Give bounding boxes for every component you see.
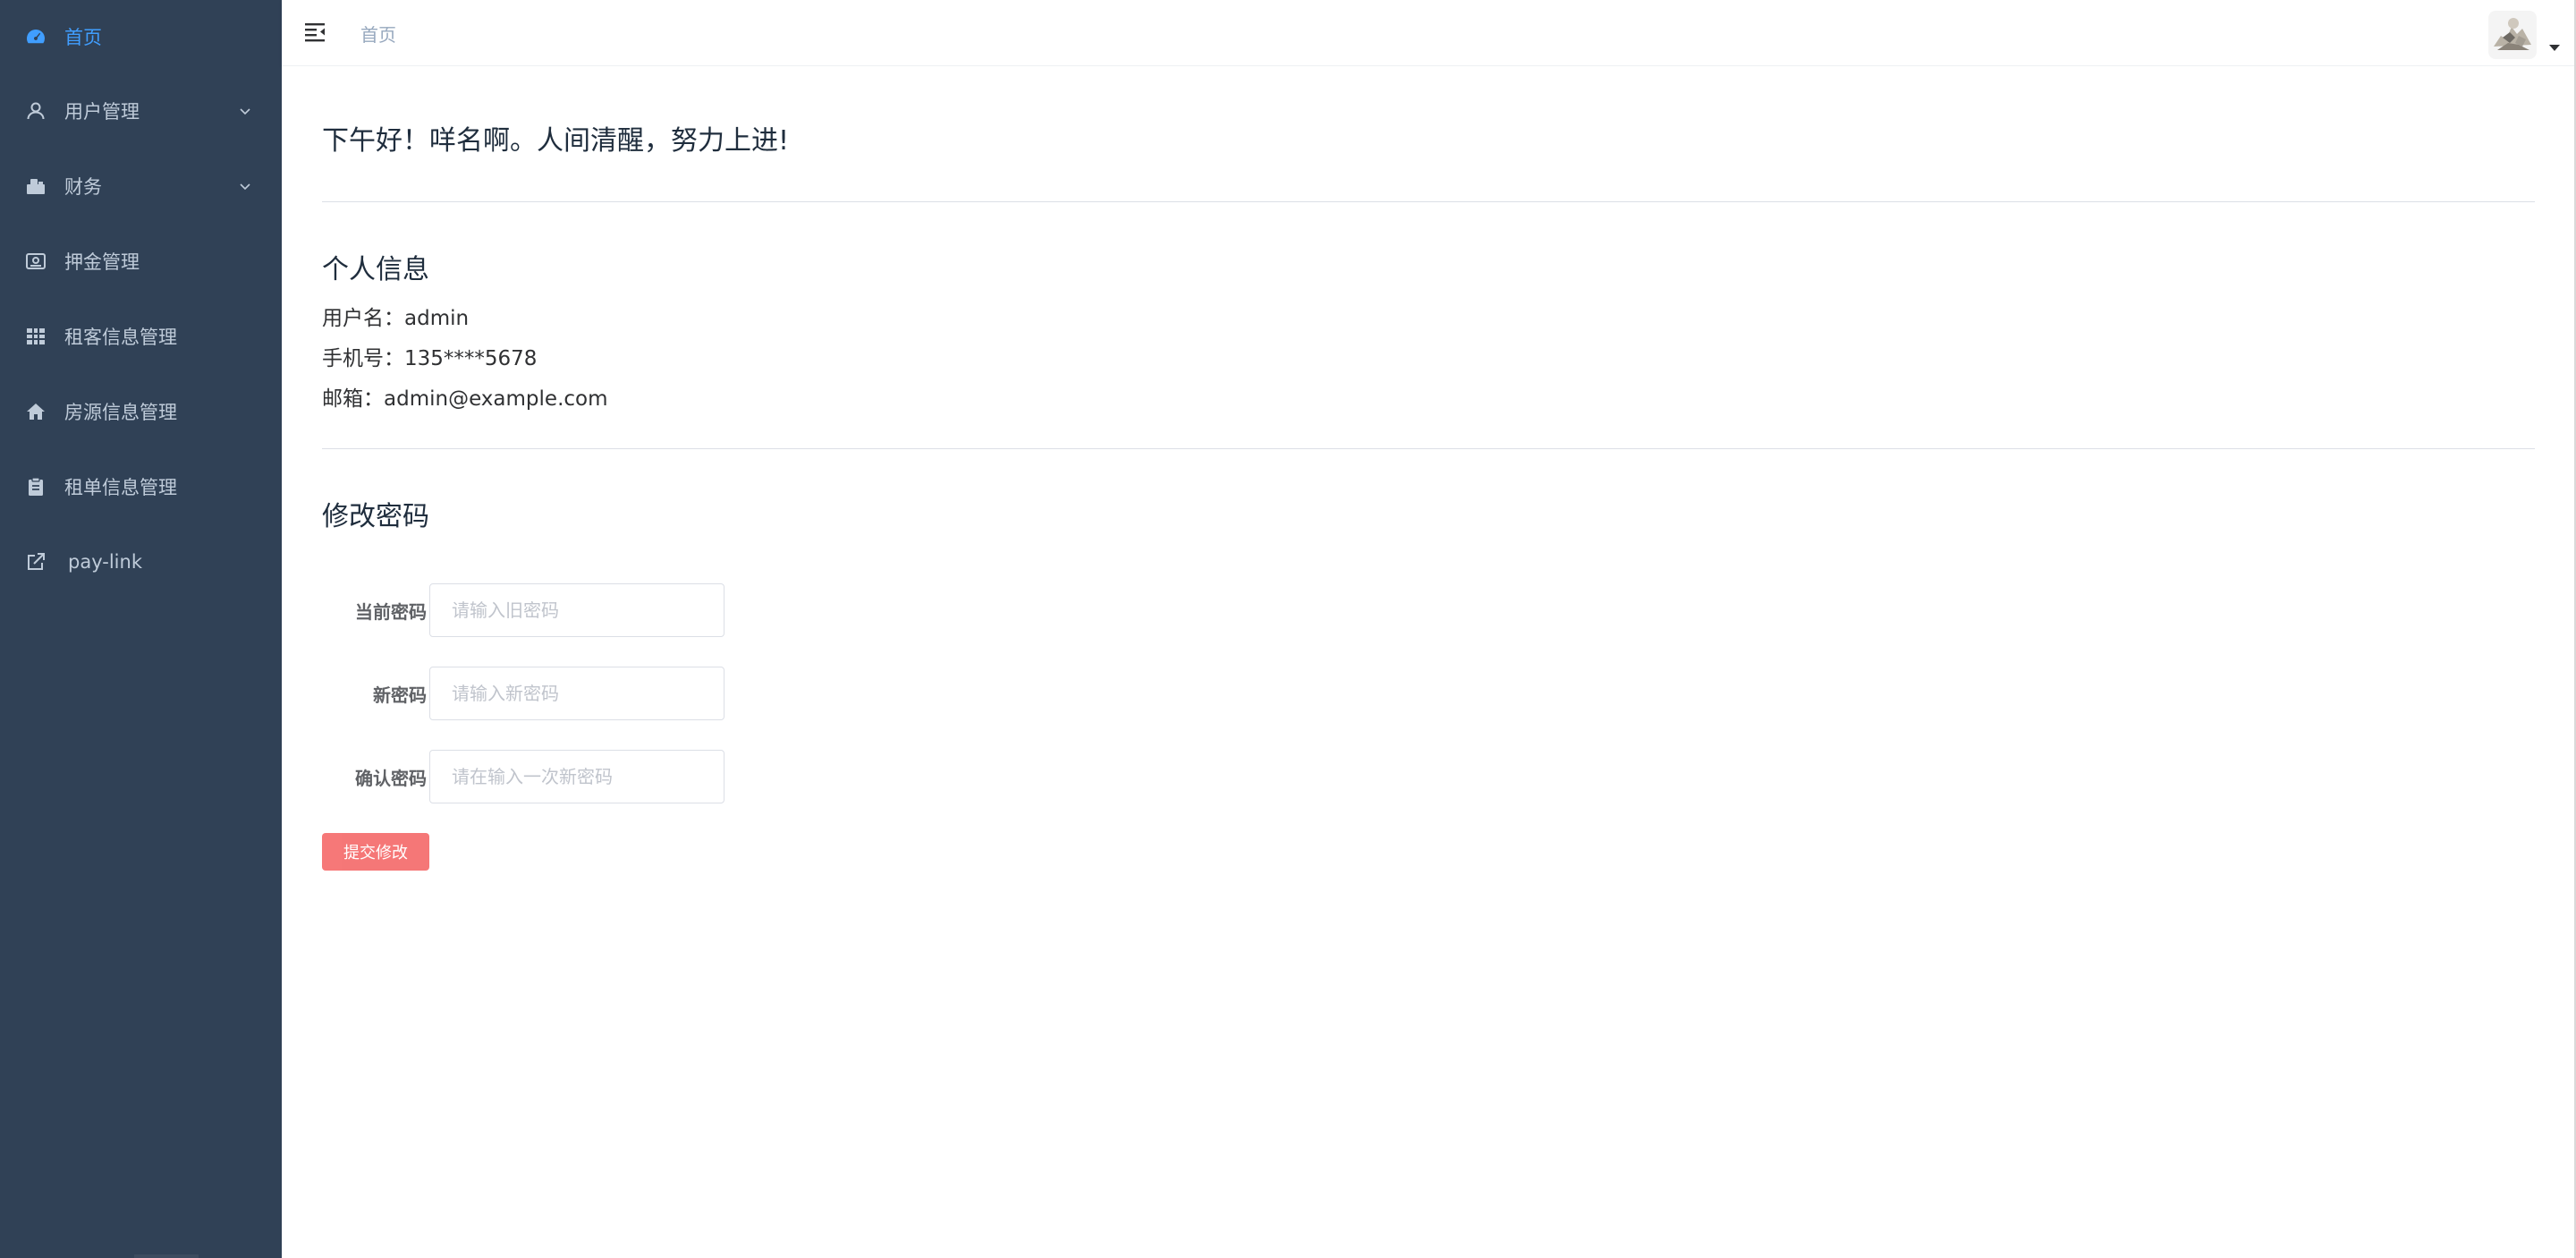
sidebar-scrollbar[interactable]	[134, 1254, 199, 1258]
sidebar-item-tenant-info[interactable]: 租客信息管理	[0, 299, 282, 374]
sidebar-item-label: 房源信息管理	[64, 402, 177, 423]
sidebar-item-user-management[interactable]: 用户管理	[0, 73, 282, 149]
confirm-password-label: 确认密码	[355, 768, 427, 789]
current-password-input[interactable]	[429, 583, 724, 637]
sidebar: 首页 用户管理 财务 押金管理 租客信息管理 房源信息管理 租单信息管理 pay…	[0, 0, 282, 1258]
profile-phone: 手机号：135****5678	[322, 347, 538, 370]
deposit-icon	[25, 251, 47, 272]
submit-change-button[interactable]: 提交修改	[322, 833, 429, 871]
sidebar-item-home[interactable]: 首页	[0, 0, 282, 73]
caret-down-icon[interactable]	[2549, 45, 2560, 51]
sidebar-item-label: 财务	[64, 176, 102, 198]
main-content: 下午好！咩名啊。人间清醒，努力上进! 个人信息 用户名：admin 手机号：13…	[282, 66, 2576, 1258]
sidebar-item-property-info[interactable]: 房源信息管理	[0, 374, 282, 449]
clipboard-icon	[25, 476, 47, 497]
user-icon	[25, 100, 47, 122]
breadcrumb: 首页	[360, 24, 396, 46]
greeting-text: 下午好！咩名啊。人间清醒，努力上进!	[322, 125, 790, 157]
new-password-label: 新密码	[373, 684, 427, 706]
finance-icon	[25, 175, 47, 197]
app-root: 首页 用户管理 财务 押金管理 租客信息管理 房源信息管理 租单信息管理 pay…	[0, 0, 2576, 1258]
chevron-down-icon[interactable]	[238, 179, 252, 193]
password-section-title: 修改密码	[322, 501, 429, 532]
sidebar-item-label: 首页	[64, 27, 102, 48]
sidebar-item-pay-link[interactable]: pay-link	[0, 524, 282, 599]
dashboard-icon	[25, 26, 47, 47]
sidebar-item-label: 押金管理	[64, 251, 140, 273]
sidebar-item-order-info[interactable]: 租单信息管理	[0, 449, 282, 524]
avatar-image-icon	[2488, 11, 2537, 59]
top-navbar: 首页	[282, 0, 2576, 66]
hamburger-icon[interactable]	[303, 20, 328, 45]
divider	[322, 448, 2535, 449]
chevron-down-icon[interactable]	[238, 104, 252, 118]
sidebar-item-deposit[interactable]: 押金管理	[0, 224, 282, 299]
profile-section-title: 个人信息	[322, 254, 429, 285]
external-link-icon	[25, 551, 47, 573]
current-password-label: 当前密码	[355, 601, 427, 623]
sidebar-item-finance[interactable]: 财务	[0, 149, 282, 224]
new-password-input[interactable]	[429, 667, 724, 720]
sidebar-item-label: 租单信息管理	[64, 477, 177, 498]
sidebar-item-label: pay-link	[68, 551, 142, 573]
divider	[322, 201, 2535, 202]
sidebar-item-label: 用户管理	[64, 101, 140, 123]
sidebar-item-label: 租客信息管理	[64, 327, 177, 348]
avatar[interactable]	[2488, 11, 2537, 59]
confirm-password-input[interactable]	[429, 750, 724, 803]
profile-username: 用户名：admin	[322, 307, 470, 330]
profile-email: 邮箱：admin@example.com	[322, 387, 608, 411]
table-icon	[25, 326, 47, 347]
home-icon	[25, 401, 47, 422]
